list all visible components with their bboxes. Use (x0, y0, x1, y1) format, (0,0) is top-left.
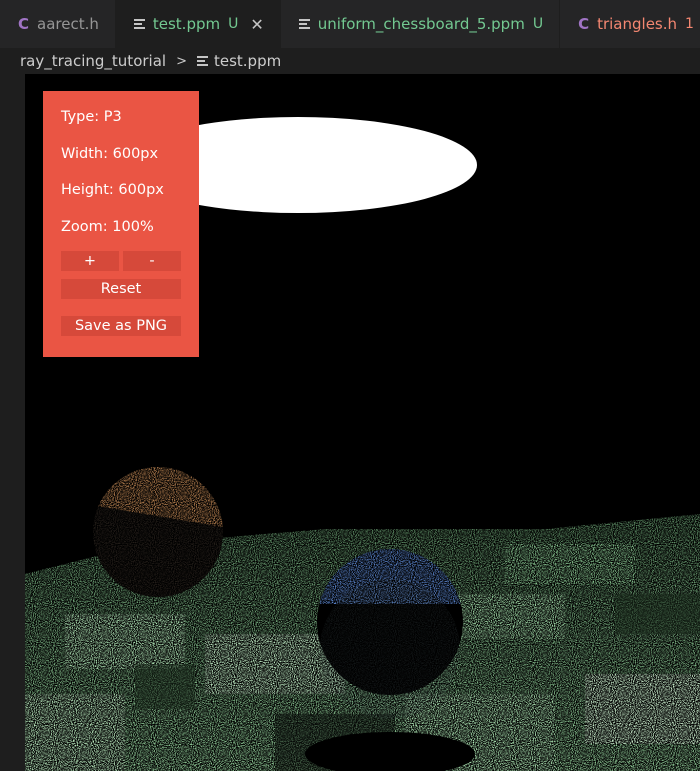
tab-label: uniform_chessboard_5.ppm (317, 15, 525, 33)
c-file-icon: C (18, 15, 30, 33)
height-label: Height: 600px (61, 182, 164, 198)
type-label: Type: P3 (61, 109, 122, 125)
tab-label: aarect.h (37, 15, 99, 33)
untracked-badge: U (532, 16, 544, 32)
tab-triangles[interactable]: C triangles.h 1 (560, 0, 700, 48)
reset-button[interactable]: Reset (61, 279, 181, 299)
image-info-panel: Type: P3 Width: 600px Height: 600px Zoom… (43, 91, 199, 357)
file-lines-icon (196, 55, 208, 67)
close-icon[interactable]: ✕ (250, 15, 263, 34)
c-file-icon: C (578, 15, 590, 33)
save-as-png-button[interactable]: Save as PNG (61, 316, 181, 336)
zoom-out-button[interactable]: - (123, 251, 181, 271)
problem-count-badge: 1 (685, 16, 694, 32)
tab-label: triangles.h (597, 15, 678, 33)
tab-uniform-chessboard[interactable]: uniform_chessboard_5.ppm U (281, 0, 561, 48)
editor-gutter (0, 74, 25, 771)
chevron-right-icon: > (176, 53, 187, 69)
file-lines-icon (133, 18, 145, 30)
zoom-in-button[interactable]: + (61, 251, 119, 271)
tab-aarect[interactable]: C aarect.h (0, 0, 116, 48)
untracked-badge: U (228, 16, 239, 32)
width-label: Width: 600px (61, 145, 159, 162)
tab-bar: C aarect.h test.ppm U ✕ uniform_chessboa… (0, 0, 700, 48)
breadcrumb-folder[interactable]: ray_tracing_tutorial (20, 52, 166, 70)
tab-label: test.ppm (152, 15, 221, 33)
file-lines-icon (298, 18, 310, 30)
tab-test-ppm[interactable]: test.ppm U ✕ (115, 0, 281, 48)
zoom-label: Zoom: 100% (61, 218, 154, 235)
breadcrumb: ray_tracing_tutorial > test.ppm (0, 48, 700, 74)
breadcrumb-file[interactable]: test.ppm (214, 52, 281, 70)
